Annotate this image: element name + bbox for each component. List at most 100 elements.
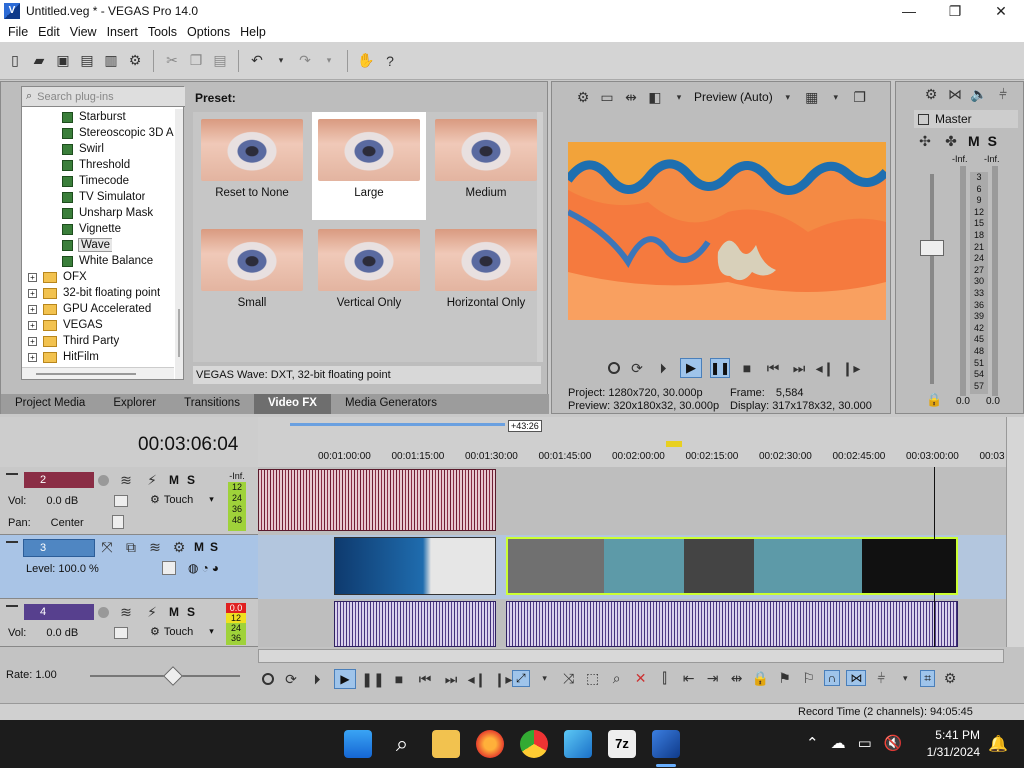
track-4-automation-icon[interactable]: ≋ (117, 603, 135, 621)
expand-plus-icon[interactable]: + (28, 336, 37, 346)
snapping-icon[interactable]: ∩ (823, 670, 841, 686)
audio-clip-track-4a[interactable] (334, 601, 496, 647)
track-3-child-icon[interactable]: ◕ (212, 561, 219, 575)
timeline-go-start-icon[interactable]: ⏮ (416, 670, 434, 688)
track-2-automation-gear-icon[interactable]: ⚙ (150, 493, 160, 506)
track-3-compositing-icon[interactable]: ⧉ (122, 538, 140, 556)
master-fx-icon[interactable]: ✣ (916, 132, 934, 150)
ripple-dropdown-icon[interactable]: ▾ (896, 669, 914, 687)
preset-thumbnail[interactable]: Vertical Only (312, 222, 426, 330)
expand-plus-icon[interactable]: + (28, 272, 37, 282)
loop-region-bar[interactable] (290, 423, 505, 426)
track-2-header[interactable]: 2 ≋ ⚡ M S Vol: 0.0 dB ⚙ Touch ▾ Pan: Cente… (0, 467, 258, 535)
master-lock-icon[interactable]: 🔒 (926, 392, 942, 408)
tree-folder[interactable]: +32-bit floating point (28, 285, 160, 301)
preview-quality-dropdown-icon[interactable]: ▾ (779, 88, 797, 106)
track-4-mode[interactable]: Touch (164, 626, 193, 638)
track-2-pan-slider[interactable] (112, 515, 124, 529)
chevron-up-icon[interactable]: ⌃ (806, 734, 819, 752)
lock-icon[interactable]: 🔒 (752, 669, 770, 687)
network-icon[interactable]: ☁ (831, 734, 846, 752)
timeline-horizontal-scrollbar[interactable] (258, 649, 1004, 663)
tab-media-generators[interactable]: Media Generators (331, 394, 451, 414)
expand-plus-icon[interactable]: + (28, 352, 37, 362)
menu-tools[interactable]: Tools (143, 25, 182, 39)
next-frame-icon[interactable]: ❙▸ (842, 359, 861, 377)
track-4-mode-dropdown-icon[interactable]: ▾ (209, 626, 214, 637)
event-pan-crop-icon[interactable]: ⌗ (920, 669, 935, 687)
tree-folder[interactable]: + GPU Accelerated (28, 301, 151, 317)
track-4-solo-button[interactable]: S (187, 605, 195, 619)
track-2-mode-dropdown-icon[interactable]: ▾ (209, 494, 214, 505)
trim-start-icon[interactable]: ⇤ (680, 669, 698, 687)
tree-fx-item[interactable]: Timecode (62, 173, 129, 189)
playhead-cursor[interactable] (934, 467, 935, 647)
tree-fx-item[interactable]: White Balance (62, 253, 153, 269)
mixer-icon[interactable]: ⫩ (994, 85, 1012, 103)
timeline-go-end-icon[interactable]: ⏭ (442, 670, 460, 688)
timeline-pause-icon[interactable]: ❚❚ (361, 670, 384, 688)
zoom-tool-icon[interactable]: ⌕ (608, 669, 626, 687)
tree-horizontal-scrollbar[interactable] (22, 367, 174, 379)
track-4-arm-record-icon[interactable] (98, 606, 109, 618)
open-folder-icon[interactable]: ▰ (30, 52, 48, 70)
firefox-icon[interactable] (476, 730, 504, 758)
track-3-mute-button[interactable]: M (194, 540, 204, 554)
maximize-button[interactable]: ❐ (932, 0, 978, 22)
split-icon[interactable]: ⇹ (728, 669, 746, 687)
menu-view[interactable]: View (65, 25, 102, 39)
preview-quality-select[interactable]: Preview (Auto) (694, 90, 773, 104)
audio-clip-track-2[interactable] (258, 469, 496, 531)
expand-plus-icon[interactable]: + (28, 288, 37, 298)
timeline-prev-frame-icon[interactable]: ◂❙ (468, 670, 487, 688)
previous-frame-icon[interactable]: ◂❙ (816, 359, 835, 377)
tree-fx-item[interactable]: Wave (62, 237, 112, 253)
preview-properties-gear-icon[interactable]: ⚙ (574, 88, 592, 106)
track-4-volume-slider[interactable] (114, 627, 128, 639)
tree-fx-item[interactable]: Unsharp Mask (62, 205, 153, 221)
redo-dropdown-icon[interactable]: ▾ (320, 52, 338, 70)
expand-plus-icon[interactable]: + (28, 320, 37, 330)
volume-muted-icon[interactable]: 🔇 (884, 734, 903, 752)
ripple-edit-icon[interactable]: ⫩ (872, 669, 890, 687)
go-to-end-icon[interactable]: ⏭ (790, 359, 808, 377)
7zip-icon[interactable]: 7z (608, 730, 636, 758)
track-4-automation-gear-icon[interactable]: ⚙ (150, 625, 160, 638)
go-to-start-icon[interactable]: ⏮ (764, 359, 782, 377)
master-fx2-icon[interactable]: ✤ (942, 132, 960, 150)
grid-overlay-icon[interactable]: ▦ (803, 88, 821, 106)
expand-plus-icon[interactable]: + (28, 304, 37, 314)
timeline-stop-icon[interactable]: ■ (390, 670, 408, 688)
track-2-arm-record-icon[interactable] (98, 474, 109, 486)
preset-thumbnail[interactable]: Horizontal Only (429, 222, 543, 330)
track-2-volume-slider[interactable] (114, 495, 128, 507)
tab-explorer[interactable]: Explorer (99, 394, 170, 414)
tree-fx-item[interactable]: Swirl (62, 141, 104, 157)
preset-thumbnail[interactable]: Large (312, 112, 426, 220)
stop-icon[interactable]: ■ (738, 359, 756, 377)
tree-folder[interactable]: + Third Party (28, 333, 119, 349)
master-solo-button[interactable]: S (988, 133, 997, 149)
photos-icon[interactable] (564, 730, 592, 758)
normal-edit-tool-icon[interactable]: ⤢ (512, 669, 530, 687)
undo-dropdown-icon[interactable]: ▾ (272, 52, 290, 70)
vegas-taskbar-icon[interactable] (652, 730, 680, 758)
preset-thumbnail[interactable]: Reset to None (195, 112, 309, 220)
copy-snapshot-icon[interactable]: ❐ (851, 88, 869, 106)
downmix-icon[interactable]: ⋈ (946, 85, 964, 103)
file-explorer-icon[interactable] (432, 730, 460, 758)
render-icon[interactable]: ▥ (102, 52, 120, 70)
timeline-next-frame-icon[interactable]: ❙▸ (494, 670, 513, 688)
marker-icon[interactable] (666, 441, 682, 447)
tree-vertical-scrollbar[interactable] (175, 109, 183, 379)
plugin-manager-icon[interactable]: ✋ (357, 52, 375, 70)
tab-video-fx[interactable]: Video FX (253, 394, 331, 414)
menu-file[interactable]: File (3, 25, 33, 39)
tree-folder[interactable]: + OFX (28, 269, 87, 285)
undo-icon[interactable]: ↶ (248, 52, 266, 70)
copy-icon[interactable]: ❐ (187, 52, 205, 70)
redo-icon[interactable]: ↷ (296, 52, 314, 70)
tree-fx-item[interactable]: Starburst (62, 109, 126, 125)
record-icon[interactable] (608, 362, 620, 374)
master-mute-button[interactable]: M (968, 133, 980, 149)
